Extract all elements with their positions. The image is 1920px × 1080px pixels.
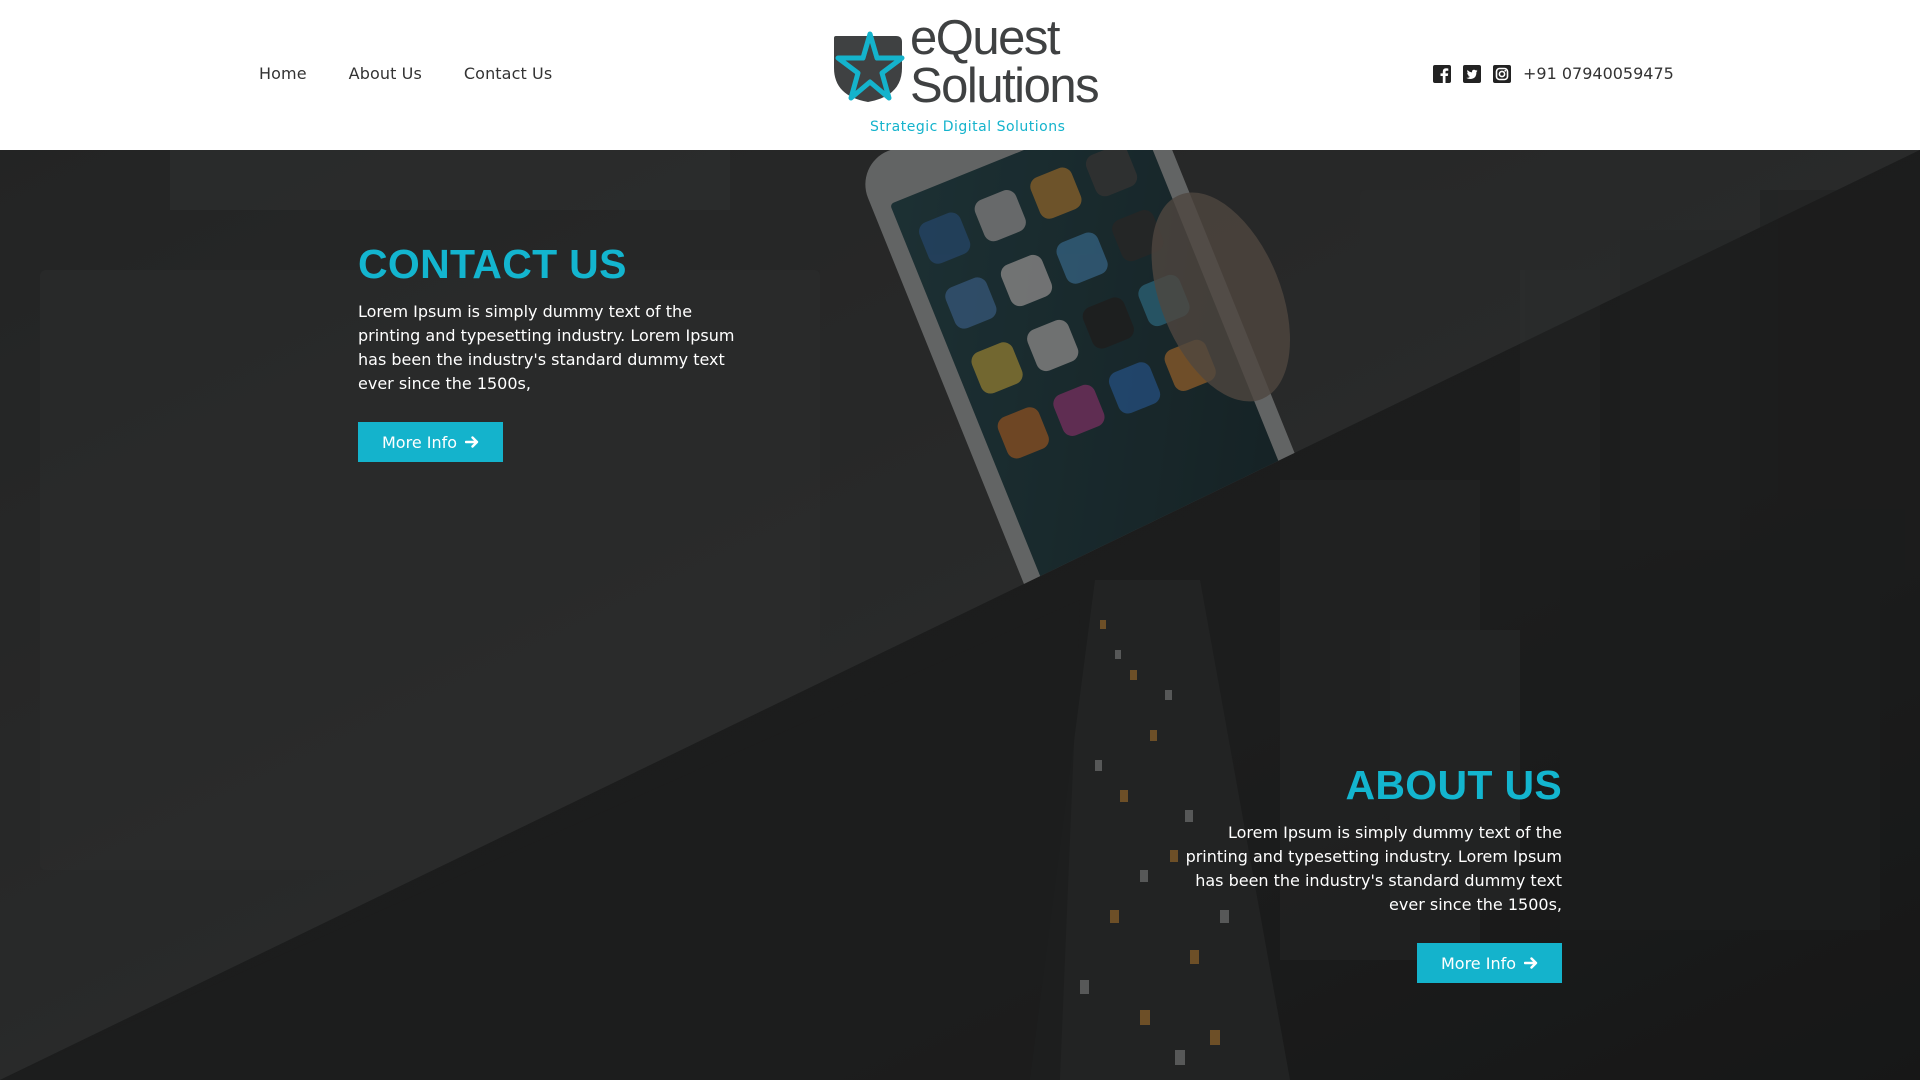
- site-logo[interactable]: eQuest Solutions Strategic Digital Solut…: [830, 11, 1100, 144]
- about-more-info-button[interactable]: More Info: [1416, 943, 1562, 983]
- contact-us-heading: CONTACT US: [358, 241, 627, 287]
- star-shield-logo-icon: [834, 31, 905, 102]
- about-more-info-label: More Info: [1440, 953, 1516, 973]
- nav-contact-us[interactable]: Contact Us: [464, 64, 552, 83]
- contact-more-info-label: More Info: [382, 432, 458, 452]
- about-us-heading: ABOUT US: [1345, 762, 1562, 808]
- logo-wordmark: eQuest Solutions: [910, 11, 1100, 113]
- hero-background: [0, 150, 1920, 1080]
- contact-more-info-button[interactable]: More Info: [358, 422, 504, 462]
- instagram-icon[interactable]: [1493, 64, 1511, 83]
- about-us-text: Lorem Ipsum is simply dummy text of the …: [1185, 823, 1562, 914]
- nav-about-us[interactable]: About Us: [349, 64, 422, 83]
- header-contact: +91 07940059475: [1433, 64, 1674, 83]
- contact-us-panel: CONTACT US Lorem Ipsum is simply dummy t…: [358, 241, 758, 462]
- about-us-panel: ABOUT US Lorem Ipsum is simply dummy tex…: [1162, 762, 1562, 983]
- facebook-icon[interactable]: [1433, 64, 1451, 83]
- twitter-icon[interactable]: [1463, 64, 1481, 83]
- logo-line2: Solutions: [910, 59, 1100, 113]
- arrow-right-icon: [465, 436, 479, 448]
- hero-section: CONTACT US Lorem Ipsum is simply dummy t…: [0, 150, 1920, 1080]
- arrow-right-icon: [1524, 957, 1538, 969]
- contact-us-text: Lorem Ipsum is simply dummy text of the …: [358, 302, 735, 393]
- logo-tagline: Strategic Digital Solutions: [870, 119, 1066, 135]
- main-nav: Home About Us Contact Us: [259, 64, 552, 83]
- nav-home[interactable]: Home: [259, 64, 307, 83]
- logo-line1: eQuest: [910, 11, 1060, 65]
- phone-number[interactable]: +91 07940059475: [1523, 64, 1674, 83]
- site-header: Home About Us Contact Us eQuest Solution…: [0, 0, 1920, 150]
